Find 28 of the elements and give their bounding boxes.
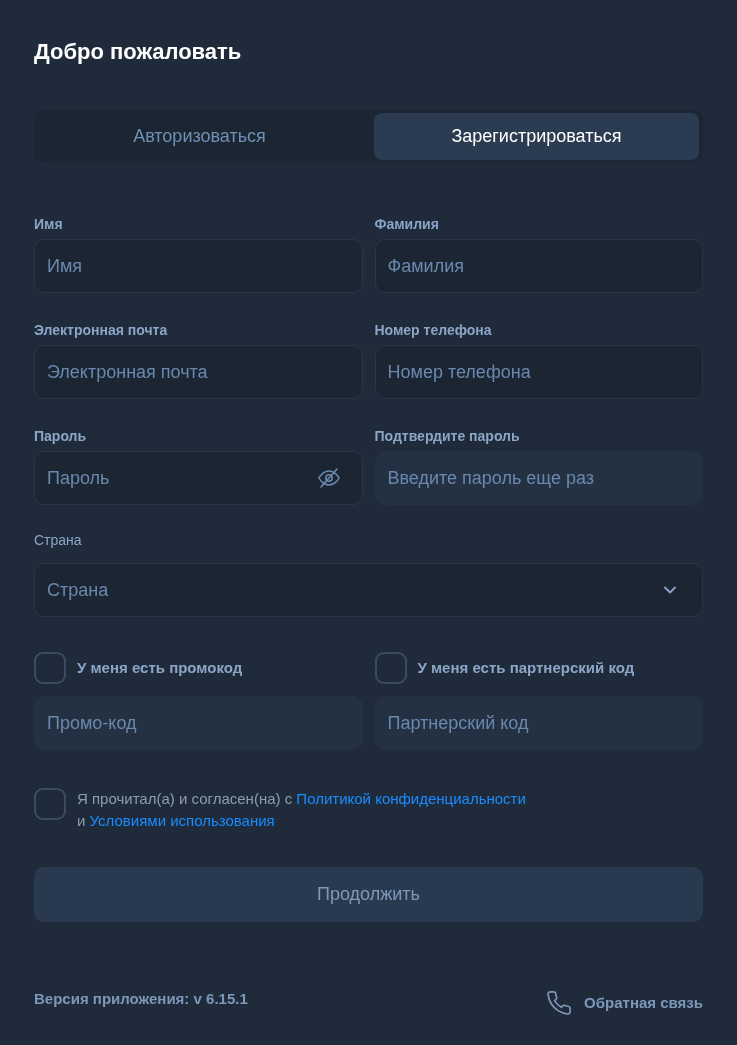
- field-label: Страна: [34, 532, 82, 548]
- agreement-text: Я прочитал(а) и согласен(на) с Политикой конфиденциальности и Условиями использования: [77, 789, 527, 831]
- input-field[interactable]: Имя: [34, 239, 363, 293]
- input-field[interactable]: Электронная почта: [34, 345, 363, 399]
- text-link[interactable]: Политикой: [296, 790, 371, 807]
- text-link[interactable]: Условиями использования: [89, 812, 275, 829]
- field-label: Имя: [34, 216, 63, 232]
- password-field[interactable]: Пароль: [34, 451, 363, 505]
- phone-icon: [547, 991, 572, 1015]
- checkbox-label: У меня есть промокод: [77, 657, 243, 678]
- page-title: Добро пожаловать: [34, 38, 243, 66]
- text-link[interactable]: конфиденциальности: [375, 790, 526, 807]
- version-text: Версия приложения: v 6.15.1: [34, 989, 248, 1009]
- chevron-down-icon: [664, 586, 676, 594]
- tab[interactable]: Зарегистрироваться: [374, 113, 699, 160]
- field-label: Подтвердите пароль: [374, 428, 520, 444]
- tab[interactable]: Авторизоваться: [37, 113, 362, 160]
- field-label: Пароль: [34, 428, 87, 444]
- dropdown-field[interactable]: Страна: [34, 563, 703, 617]
- input-field[interactable]: Номер телефона: [374, 345, 703, 399]
- feedback-link[interactable]: Обратная связь: [547, 989, 703, 1017]
- input-field[interactable]: Фамилия: [374, 239, 703, 293]
- field-label: Электронная почта: [34, 322, 168, 338]
- checkbox[interactable]: [34, 788, 66, 820]
- checkbox-label: У меня есть партнерский код: [417, 657, 635, 678]
- field-label: Номер телефона: [374, 322, 492, 338]
- eye-slash-icon[interactable]: [317, 467, 340, 489]
- field-label: Фамилия: [374, 216, 439, 232]
